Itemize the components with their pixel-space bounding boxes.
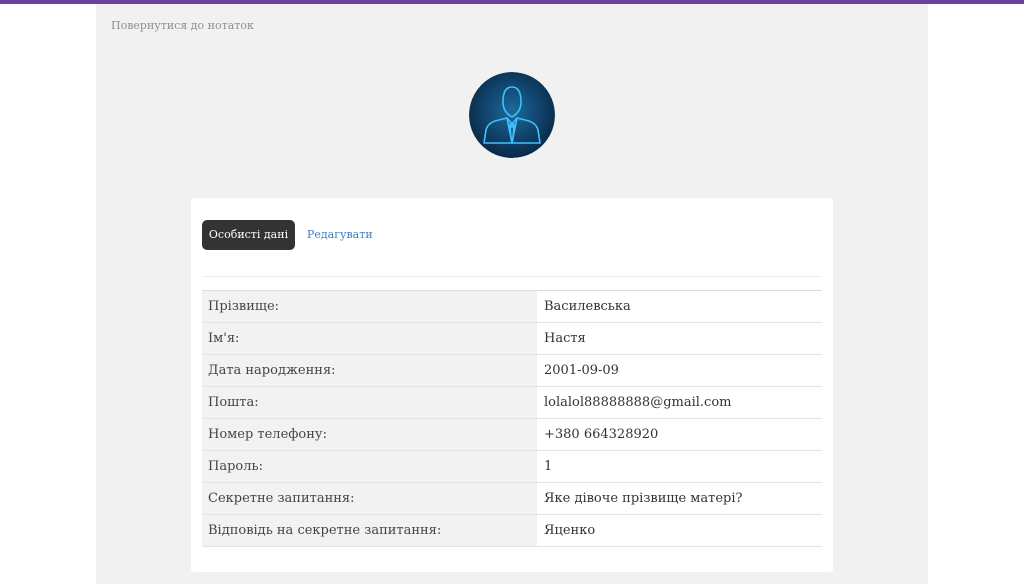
- field-label: Пошта:: [202, 387, 537, 418]
- field-value: Настя: [537, 323, 822, 354]
- back-to-notes-link[interactable]: Повернутися до нотаток: [111, 19, 254, 32]
- field-value: 1: [537, 451, 822, 482]
- field-label: Пароль:: [202, 451, 537, 482]
- tab-edit[interactable]: Редагувати: [307, 220, 373, 250]
- tab-personal-data[interactable]: Особисті дані: [202, 220, 295, 250]
- divider: [202, 276, 822, 277]
- field-label: Ім'я:: [202, 323, 537, 354]
- field-label: Дата народження:: [202, 355, 537, 386]
- profile-panel: Повернутися до нотаток Особисті дані Ред…: [96, 4, 928, 584]
- personal-data-table: Прізвище: Василевська Ім'я: Настя Дата н…: [202, 290, 822, 547]
- field-label: Секретне запитання:: [202, 483, 537, 514]
- table-row: Пароль: 1: [202, 451, 822, 483]
- field-label: Відповідь на секретне запитання:: [202, 515, 537, 546]
- profile-card: Особисті дані Редагувати Прізвище: Васил…: [191, 198, 833, 572]
- table-row: Відповідь на секретне запитання: Яценко: [202, 515, 822, 547]
- field-label: Номер телефону:: [202, 419, 537, 450]
- table-row: Дата народження: 2001-09-09: [202, 355, 822, 387]
- field-label: Прізвище:: [202, 291, 537, 322]
- field-value: Яке дівоче прізвище матері?: [537, 483, 822, 514]
- table-row: Пошта: lolalol88888888@gmail.com: [202, 387, 822, 419]
- field-value: +380 664328920: [537, 419, 822, 450]
- field-value: Яценко: [537, 515, 822, 546]
- field-value: lolalol88888888@gmail.com: [537, 387, 822, 418]
- table-row: Ім'я: Настя: [202, 323, 822, 355]
- table-row: Прізвище: Василевська: [202, 291, 822, 323]
- user-avatar-icon: [469, 72, 555, 158]
- field-value: Василевська: [537, 291, 822, 322]
- table-row: Номер телефону: +380 664328920: [202, 419, 822, 451]
- table-row: Секретне запитання: Яке дівоче прізвище …: [202, 483, 822, 515]
- field-value: 2001-09-09: [537, 355, 822, 386]
